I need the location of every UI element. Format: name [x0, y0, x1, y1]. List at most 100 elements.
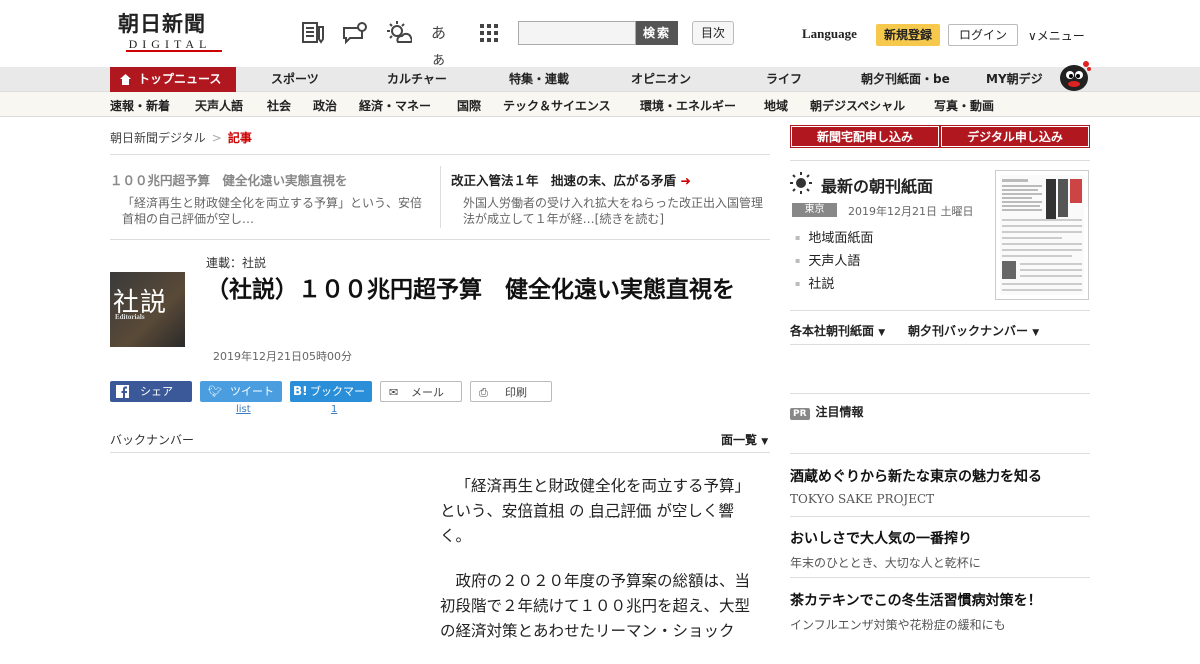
- related-article-1[interactable]: １００兆円超予算 健全化遠い実態直視を 「経済再生と財政健全化を両立する予算」と…: [110, 170, 428, 227]
- home-icon: [120, 74, 131, 85]
- paper-link[interactable]: 地域面紙面: [795, 227, 873, 250]
- nav-sports[interactable]: スポーツ: [271, 67, 319, 92]
- mail-icon: ✉: [389, 386, 399, 399]
- divider: [790, 453, 1090, 454]
- pr-item-sub: 年末のひととき、大切な人と乾杯に: [790, 556, 981, 570]
- pr-item-sub: TOKYO SAKE PROJECT: [790, 492, 935, 506]
- chat-bubble-icon[interactable]: [342, 20, 368, 46]
- nav-features[interactable]: 特集・連載: [509, 67, 569, 92]
- nav-top-news[interactable]: トップニュース: [110, 67, 236, 92]
- breadcrumb-separator: >: [211, 131, 222, 145]
- divider: [110, 452, 770, 453]
- breadcrumb-root[interactable]: 朝日新聞デジタル: [110, 131, 206, 145]
- newspaper-front-page-thumbnail[interactable]: [995, 170, 1089, 300]
- editorial-thumbnail: 社説 Editorials: [110, 272, 185, 347]
- article-paragraph-2: 政府の２０２０年度の予算案の総額は、当初段階で２年続けて１００兆円を超え、大型の…: [440, 572, 751, 640]
- editorial-thumb-en: Editorials: [115, 313, 145, 321]
- article-title: （社説）１００兆円超予算 健全化遠い実態直視を: [206, 277, 735, 303]
- backnumber-dropdown[interactable]: 朝夕刊バックナンバー ▼: [908, 322, 1039, 339]
- pr-item[interactable]: おいしさで大人気の一番搾り 年末のひととき、大切な人と乾杯に: [790, 528, 981, 571]
- search-input[interactable]: [518, 21, 636, 45]
- font-size-icon[interactable]: あぁ: [431, 20, 457, 68]
- subnav-economy[interactable]: 経済・マネー: [359, 97, 431, 114]
- divider: [790, 577, 1090, 578]
- latest-paper-title: 最新の朝刊紙面: [821, 177, 934, 196]
- logo-sub: DIGITAL: [128, 37, 212, 51]
- page-list-dropdown[interactable]: 面一覧 ▼: [721, 431, 768, 448]
- divider: [790, 344, 1090, 345]
- backnumber-label: バックナンバー: [110, 433, 195, 447]
- sub-nav: 速報・新着 天声人語 社会 政治 経済・マネー 国際 テック＆サイエンス 環境・…: [0, 92, 1200, 117]
- twitter-bird-icon: 🐦︎: [208, 385, 222, 398]
- newspaper-thumbnail-graphic: [1000, 175, 1084, 295]
- print-button[interactable]: ⎙ 印刷: [470, 381, 552, 402]
- hatena-bookmark-button[interactable]: B! ブックマーク: [290, 381, 372, 419]
- nav-top-news-label: トップニュース: [138, 72, 222, 86]
- paper-link[interactable]: 天声人語: [795, 250, 873, 273]
- pr-badge: PR: [790, 408, 810, 420]
- nav-life[interactable]: ライフ: [766, 67, 802, 92]
- mascot-character-icon[interactable]: [1056, 58, 1092, 92]
- home-delivery-button[interactable]: 新聞宅配申し込み: [790, 125, 940, 148]
- subnav-international[interactable]: 国際: [457, 97, 481, 114]
- hatena-icon: B!: [293, 384, 308, 398]
- facebook-icon: [116, 385, 129, 398]
- app-grid-icon[interactable]: [476, 20, 502, 46]
- paper-links: 地域面紙面 天声人語 社説: [795, 227, 873, 296]
- newspaper-icon[interactable]: [300, 20, 326, 46]
- twitter-count[interactable]: list: [236, 404, 251, 415]
- link-self-evaluation[interactable]: 自己評価: [589, 502, 651, 520]
- subnav-environment[interactable]: 環境・エネルギー: [640, 97, 736, 114]
- facebook-share-button[interactable]: シェア: [110, 381, 192, 402]
- pr-item-title: おいしさで大人気の一番搾り: [790, 531, 972, 547]
- divider: [110, 239, 770, 240]
- pr-item-title: 酒蔵めぐりから新たな東京の魅力を知る: [790, 469, 1042, 485]
- hatena-count[interactable]: 1: [331, 404, 337, 415]
- nav-paper[interactable]: 朝夕刊紙面・be: [861, 67, 950, 92]
- mail-share-button[interactable]: ✉ メール: [380, 381, 462, 402]
- pr-section-title: PR 注目情報: [790, 403, 864, 420]
- nav-my-asadigi[interactable]: MY朝デジ: [986, 67, 1043, 92]
- subnav-tensei[interactable]: 天声人語: [195, 97, 243, 114]
- regional-paper-dropdown[interactable]: 各本社朝刊紙面 ▼: [790, 322, 885, 339]
- login-button[interactable]: ログイン: [948, 24, 1018, 46]
- twitter-share-button[interactable]: 🐦︎ ツイート: [200, 381, 282, 402]
- pr-item-title: 茶カテキンでこの冬生活習慣病対策を！: [790, 593, 1042, 609]
- subnav-photo[interactable]: 写真・動画: [934, 97, 994, 114]
- subnav-politics[interactable]: 政治: [313, 97, 337, 114]
- asahi-digital-logo[interactable]: 朝日新聞 DIGITAL: [118, 12, 230, 54]
- logo-underline: [126, 50, 222, 52]
- digital-subscribe-button[interactable]: デジタル申し込み: [940, 125, 1090, 148]
- subnav-region[interactable]: 地域: [764, 97, 788, 114]
- subnav-breaking[interactable]: 速報・新着: [110, 97, 170, 114]
- chevron-down-icon: ∨: [1028, 29, 1037, 43]
- pr-item-sub: インフルエンザ対策や花粉症の緩和にも: [790, 618, 1006, 632]
- caret-down-icon: ▼: [761, 437, 769, 447]
- main-nav: トップニュース スポーツ カルチャー 特集・連載 オピニオン ライフ 朝夕刊紙面…: [0, 67, 1200, 92]
- print-icon: ⎙: [479, 386, 488, 399]
- divider: [790, 516, 1090, 517]
- menu-label: メニュー: [1036, 29, 1085, 43]
- menu-button[interactable]: ∨メニュー: [1028, 27, 1085, 44]
- nav-culture[interactable]: カルチャー: [387, 67, 447, 92]
- subnav-society[interactable]: 社会: [267, 97, 291, 114]
- divider: [110, 154, 770, 155]
- weather-sun-icon[interactable]: [386, 20, 412, 46]
- region-badge: 東京: [792, 203, 837, 217]
- search-button[interactable]: 検索: [636, 21, 678, 45]
- pr-item[interactable]: 茶カテキンでこの冬生活習慣病対策を！ インフルエンザ対策や花粉症の緩和にも: [790, 590, 1042, 633]
- pr-item[interactable]: 酒蔵めぐりから新たな東京の魅力を知る TOKYO SAKE PROJECT: [790, 466, 1042, 506]
- series-label[interactable]: 連載：社説: [206, 254, 266, 271]
- breadcrumb-current: 記事: [227, 131, 252, 145]
- toc-button[interactable]: 目次: [692, 21, 734, 45]
- link-abe[interactable]: 安倍首相: [502, 502, 564, 520]
- subnav-special[interactable]: 朝デジスペシャル: [810, 97, 905, 114]
- paper-link[interactable]: 社説: [795, 273, 873, 296]
- article-body: 「経済再生と財政健全化を両立する予算」という、安倍首相 の 自己評価 が空しく響…: [440, 474, 750, 664]
- register-button[interactable]: 新規登録: [876, 24, 940, 46]
- related-article-2[interactable]: 改正入管法１年 拙速の末、広がる矛盾 ➜ 外国人労働者の受け入れ拡大をねらった改…: [451, 170, 769, 227]
- related-headline: 改正入管法１年 拙速の末、広がる矛盾 ➜: [451, 173, 691, 188]
- language-link[interactable]: Language: [802, 26, 857, 42]
- subnav-tech[interactable]: テック＆サイエンス: [503, 97, 611, 114]
- nav-opinion[interactable]: オピニオン: [631, 67, 691, 92]
